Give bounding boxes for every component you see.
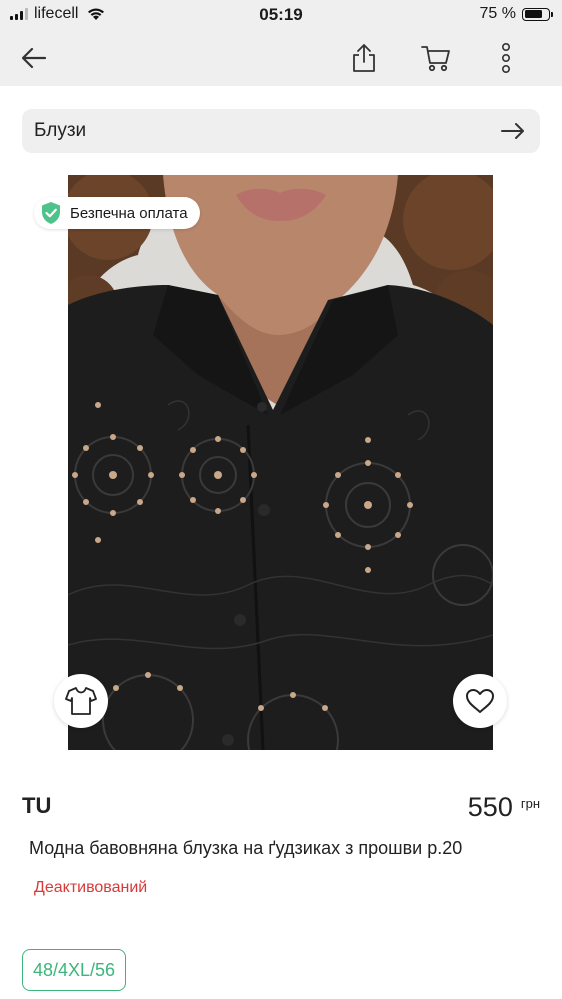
status-bar: lifecell 05:19 75 % <box>0 0 562 30</box>
more-vertical-icon <box>501 43 511 73</box>
category-label: Блузи <box>34 120 87 141</box>
shield-check-icon <box>42 202 60 224</box>
heart-icon <box>466 689 494 713</box>
arrow-left-icon <box>21 47 47 69</box>
product-brand: TU <box>22 793 52 818</box>
cart-button[interactable] <box>414 30 458 86</box>
back-button[interactable] <box>14 30 54 86</box>
product-status: Деактивований <box>34 879 148 896</box>
product-title: Модна бавовняна блузка на ґудзиках з про… <box>29 838 463 858</box>
arrow-right-icon <box>501 123 524 139</box>
category-shirt-button[interactable] <box>54 674 108 728</box>
secure-payment-badge: Безпечна оплата <box>34 197 200 229</box>
nav-bar <box>0 30 562 86</box>
secure-payment-label: Безпечна оплата <box>70 204 188 222</box>
size-chip[interactable]: 48/4XL/56 <box>22 949 127 991</box>
cart-icon <box>421 46 450 72</box>
price-currency: грн <box>520 796 540 811</box>
product-screen: lifecell 05:19 75 % Блузи Безпечна оплат… <box>0 0 562 999</box>
product-photo[interactable] <box>68 175 493 750</box>
product-price: 550 грн <box>468 792 540 823</box>
favorite-button[interactable] <box>453 674 507 728</box>
status-right: 75 % <box>479 5 553 23</box>
battery-icon <box>522 7 553 21</box>
clock: 05:19 <box>259 5 303 24</box>
category-bar[interactable]: Блузи <box>22 109 540 153</box>
product-photo-illustration <box>68 175 493 750</box>
more-button[interactable] <box>486 30 526 86</box>
battery-percent: 75 % <box>479 5 516 22</box>
battery-fill <box>524 10 542 18</box>
share-button[interactable] <box>344 30 384 86</box>
shirt-icon <box>65 687 97 715</box>
price-value: 550 <box>467 792 513 822</box>
share-icon <box>353 44 375 72</box>
